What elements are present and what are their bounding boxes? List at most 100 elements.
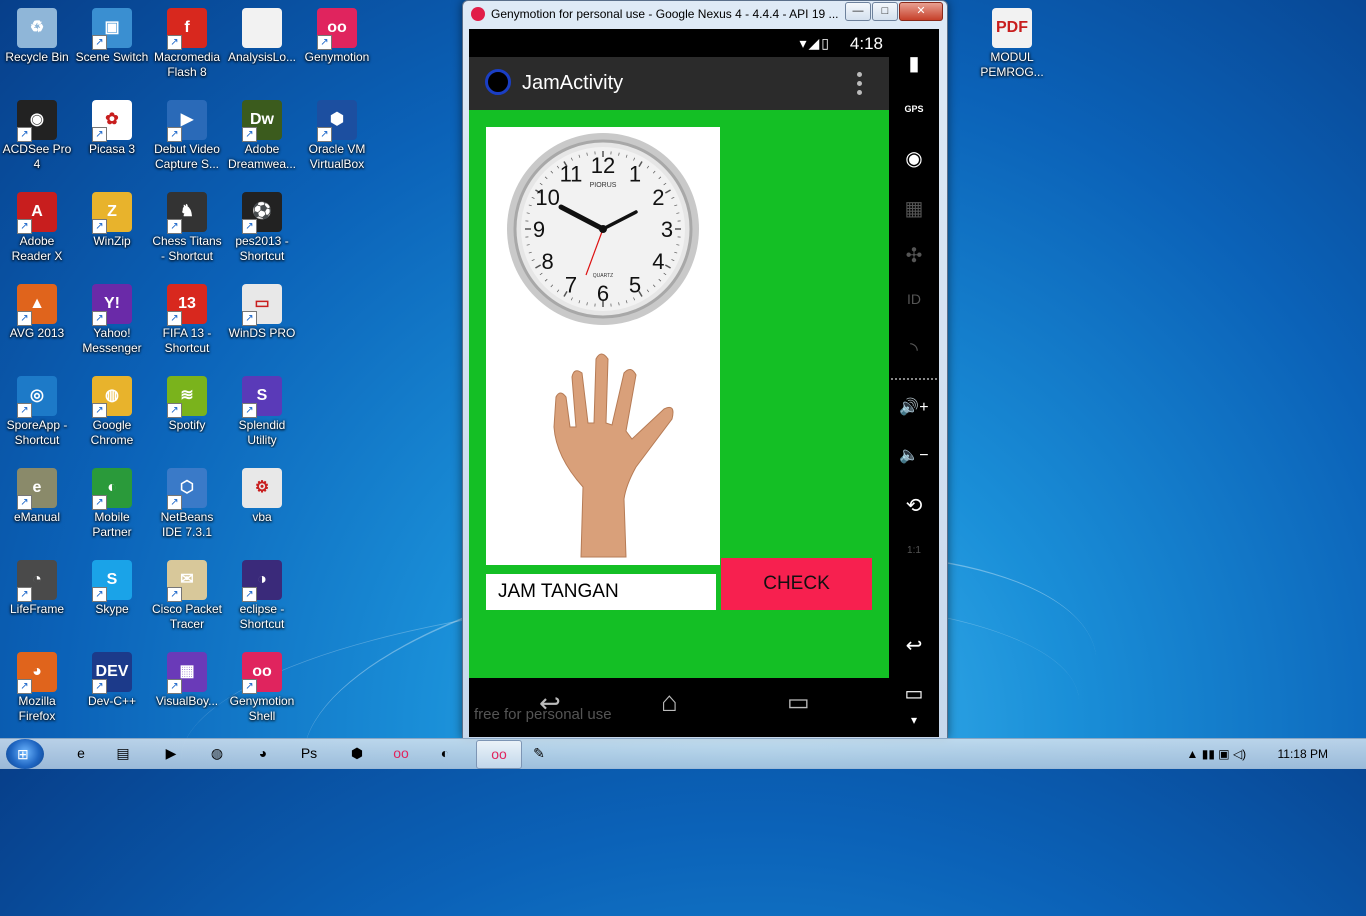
clock-number: 11 (560, 162, 583, 187)
desktop-icon[interactable]: ◐↗Mobile Partner (74, 468, 150, 540)
media-icon[interactable]: ▦ (889, 196, 939, 221)
check-button[interactable]: CHECK (721, 558, 872, 610)
sidebar-recent-icon[interactable]: ▭ (889, 681, 939, 706)
sidebar-divider (891, 378, 937, 380)
desktop-icon[interactable]: oo↗Genymotion (299, 8, 375, 65)
desktop-icon[interactable]: PDFMODUL PEMROG... (974, 8, 1050, 80)
desktop-icon-label: MODUL PEMROG... (974, 50, 1050, 80)
battery-icon[interactable]: ▮ (889, 51, 939, 76)
desktop-icon-label: NetBeans IDE 7.3.1 (149, 510, 225, 540)
dpad-icon[interactable]: ✣ (889, 243, 939, 268)
shortcut-arrow-icon: ↗ (92, 495, 107, 510)
answer-input[interactable]: JAM TANGAN (486, 574, 716, 610)
tray-icons[interactable]: ▲ ▮▮ ▣ ◁) (1187, 747, 1247, 761)
maximize-button[interactable]: □ (872, 2, 898, 21)
rss-icon[interactable]: ◝ (889, 337, 939, 362)
clock-number: 5 (629, 272, 641, 297)
desktop-icon[interactable]: oo↗Genymotion Shell (224, 652, 300, 724)
desktop-icon[interactable]: Dw↗Adobe Dreamwea... (224, 100, 300, 172)
desktop-icon[interactable]: ◔↗LifeFrame (0, 560, 75, 617)
overflow-menu-icon[interactable] (857, 71, 863, 95)
desktop-icon[interactable]: ◕↗Mozilla Firefox (0, 652, 75, 724)
desktop-icon-label: Genymotion Shell (224, 694, 300, 724)
rotate-icon[interactable]: ⟲ (889, 493, 939, 518)
shortcut-arrow-icon: ↗ (17, 127, 32, 142)
start-button[interactable]: ⊞ (6, 739, 44, 769)
desktop-icon[interactable]: ♞↗Chess Titans - Shortcut (149, 192, 225, 264)
desktop-icon[interactable]: ♻Recycle Bin (0, 8, 75, 65)
yahoo-icon: Y!↗ (92, 284, 132, 324)
taskbar-ie-button[interactable]: e (62, 740, 100, 767)
shortcut-arrow-icon: ↗ (92, 311, 107, 326)
taskbar-genymotion-device-button[interactable]: oo (476, 740, 522, 769)
close-button[interactable]: ✕ (899, 2, 943, 21)
taskbar-photoshop-button[interactable]: Ps (290, 740, 328, 767)
desktop-icon[interactable]: e↗eManual (0, 468, 75, 525)
shortcut-arrow-icon: ↗ (92, 219, 107, 234)
desktop-icon[interactable]: ▶↗Debut Video Capture S... (149, 100, 225, 172)
desktop-icon[interactable]: ◎↗SporeApp - Shortcut (0, 376, 75, 448)
taskbar-firefox-button[interactable]: ◕ (244, 740, 282, 767)
desktop-icon[interactable]: ⬡↗NetBeans IDE 7.3.1 (149, 468, 225, 540)
desktop-icon-label: Spotify (149, 418, 225, 433)
system-tray: ▲ ▮▮ ▣ ◁) 11:18 PM (1187, 739, 1358, 769)
desktop-icon[interactable]: ⚽↗pes2013 - Shortcut (224, 192, 300, 264)
shortcut-arrow-icon: ↗ (17, 495, 32, 510)
tray-clock[interactable]: 11:18 PM (1278, 747, 1328, 761)
pixel-ratio-icon[interactable]: 1:1 (889, 545, 939, 556)
video-capture-icon: ▶↗ (167, 100, 207, 140)
camera-icon[interactable]: ◉ (889, 146, 939, 171)
desktop-icon[interactable]: ◉↗ACDSee Pro 4 (0, 100, 75, 172)
taskbar-paint-button[interactable]: ✎ (520, 740, 558, 767)
desktop-icon[interactable]: DEV↗Dev-C++ (74, 652, 150, 709)
desktop-icon-label: Genymotion (299, 50, 375, 65)
desktop-icon[interactable]: ▲↗AVG 2013 (0, 284, 75, 341)
desktop-icon[interactable]: ✿↗Picasa 3 (74, 100, 150, 157)
desktop-icon[interactable]: A↗Adobe Reader X (0, 192, 75, 264)
desktop-icon-label: SporeApp - Shortcut (0, 418, 75, 448)
activity-content: 121234567891011 PIORUS QUARTZ JAM TANGAN… (469, 110, 889, 678)
taskbar-android-tool-button[interactable]: ◐ (426, 740, 464, 767)
app-icon[interactable] (485, 69, 511, 95)
taskbar-virtualbox-button[interactable]: ⬢ (338, 740, 376, 767)
nav-home-button[interactable]: ⌂ (661, 686, 678, 718)
shortcut-arrow-icon: ↗ (17, 587, 32, 602)
desktop-icon[interactable]: ≋↗Spotify (149, 376, 225, 433)
desktop-icon[interactable]: f↗Macromedia Flash 8 (149, 8, 225, 80)
desktop-icon-label: Scene Switch (74, 50, 150, 65)
volume-up-icon[interactable]: 🔊+ (889, 397, 939, 417)
taskbar-genymotion-button[interactable]: oo (382, 740, 420, 767)
hand-image (554, 354, 673, 557)
desktop-icon[interactable]: 13↗FIFA 13 - Shortcut (149, 284, 225, 356)
sidebar-back-icon[interactable]: ↩ (889, 633, 939, 658)
id-icon[interactable]: ID (889, 291, 939, 307)
minimize-button[interactable]: — (845, 2, 871, 21)
volume-down-icon[interactable]: 🔈− (889, 445, 939, 465)
desktop-icon[interactable]: ▣↗Scene Switch (74, 8, 150, 65)
desktop-icon[interactable]: ⬢↗Oracle VM VirtualBox (299, 100, 375, 172)
desktop-icon-label: ACDSee Pro 4 (0, 142, 75, 172)
taskbar-chrome-button[interactable]: ◍ (198, 740, 236, 767)
nav-recent-button[interactable]: ▭ (787, 688, 810, 717)
shortcut-arrow-icon: ↗ (167, 311, 182, 326)
gps-icon[interactable]: GPS (889, 104, 939, 114)
shortcut-arrow-icon: ↗ (167, 219, 182, 234)
desktop-icon[interactable]: ⚙vba (224, 468, 300, 525)
desktop-icon[interactable]: S↗Splendid Utility (224, 376, 300, 448)
desktop-icon[interactable]: Z↗WinZip (74, 192, 150, 249)
desktop-icon[interactable]: AnalysisLo... (224, 8, 300, 65)
sidebar-more-icon[interactable]: ▾ (889, 713, 939, 727)
taskbar-explorer-button[interactable]: ▤ (104, 740, 142, 767)
desktop-icon-label: FIFA 13 - Shortcut (149, 326, 225, 356)
taskbar-media-player-button[interactable]: ▶ (152, 740, 190, 767)
shortcut-arrow-icon: ↗ (242, 127, 257, 142)
desktop-icon[interactable]: S↗Skype (74, 560, 150, 617)
desktop-icon[interactable]: ◑↗eclipse - Shortcut (224, 560, 300, 632)
desktop-icon[interactable]: Y!↗Yahoo! Messenger (74, 284, 150, 356)
desktop-icon[interactable]: ◍↗Google Chrome (74, 376, 150, 448)
desktop-icon[interactable]: ▭↗WinDS PRO (224, 284, 300, 341)
desktop-icon[interactable]: ✉↗Cisco Packet Tracer (149, 560, 225, 632)
svg-text:PIORUS: PIORUS (590, 182, 617, 189)
pdf-icon: PDF (992, 8, 1032, 48)
desktop-icon[interactable]: ▦↗VisualBoy... (149, 652, 225, 709)
